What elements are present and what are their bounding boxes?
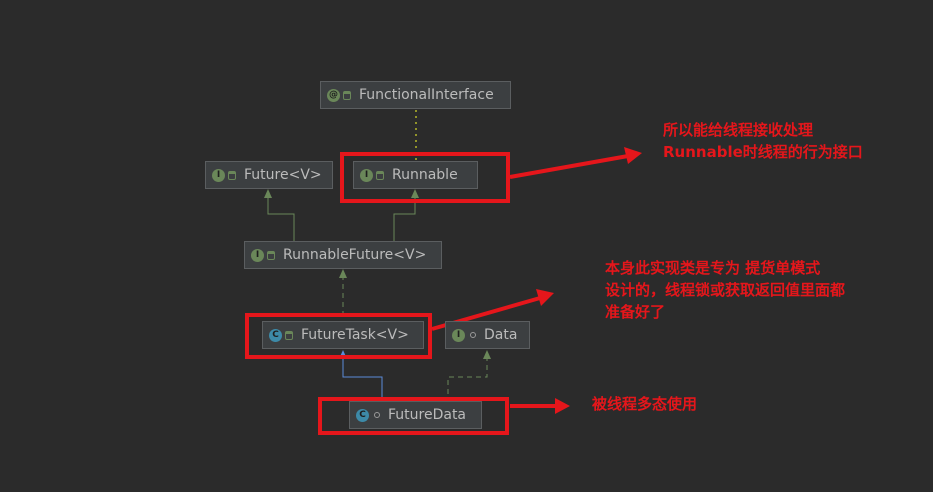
runnable-highlight-box — [340, 152, 510, 203]
runnablefuture-arrowhead — [339, 269, 347, 278]
node-label: RunnableFuture<V> — [283, 247, 427, 263]
interface-icon: I — [452, 328, 465, 342]
node-label: Future<V> — [244, 167, 322, 183]
node-future[interactable]: I Future<V> — [205, 161, 333, 189]
future-arrowhead — [264, 189, 272, 198]
futuretask-annotation: 本身此实现类是专为 提货单模式 设计的，线程锁或获取返回值里面都 准备好了 — [605, 259, 846, 321]
public-lock-icon — [267, 250, 275, 260]
data-arrowhead — [483, 350, 491, 359]
public-lock-icon — [228, 170, 236, 180]
node-data[interactable]: I Data — [445, 321, 530, 349]
node-label: FunctionalInterface — [359, 87, 494, 103]
runnable-note-arrowhead — [624, 147, 642, 164]
package-private-icon — [470, 332, 476, 338]
runnable-annotation: 所以能给线程接收处理 Runnable时线程的行为接口 — [663, 121, 863, 161]
futuretask-note-arrowhead — [536, 289, 554, 306]
futuredata-annotation: 被线程多态使用 — [592, 395, 698, 413]
futuredata-note-arrowhead — [555, 398, 570, 414]
node-label: Data — [484, 327, 518, 343]
node-functional-interface[interactable]: @ FunctionalInterface — [320, 81, 511, 109]
annotation-icon: @ — [327, 88, 340, 102]
node-runnable-future[interactable]: I RunnableFuture<V> — [244, 241, 442, 269]
uml-diagram-canvas: @ FunctionalInterface I Future<V> I Runn… — [0, 0, 933, 492]
interface-icon: I — [212, 168, 225, 182]
futuredata-highlight-box — [318, 397, 509, 435]
futuretask-highlight-box — [245, 313, 432, 359]
interface-icon: I — [251, 248, 264, 262]
runnable-note-arrow — [509, 154, 629, 179]
public-lock-icon — [343, 90, 351, 100]
runnablefuture-extends-future — [267, 196, 295, 241]
